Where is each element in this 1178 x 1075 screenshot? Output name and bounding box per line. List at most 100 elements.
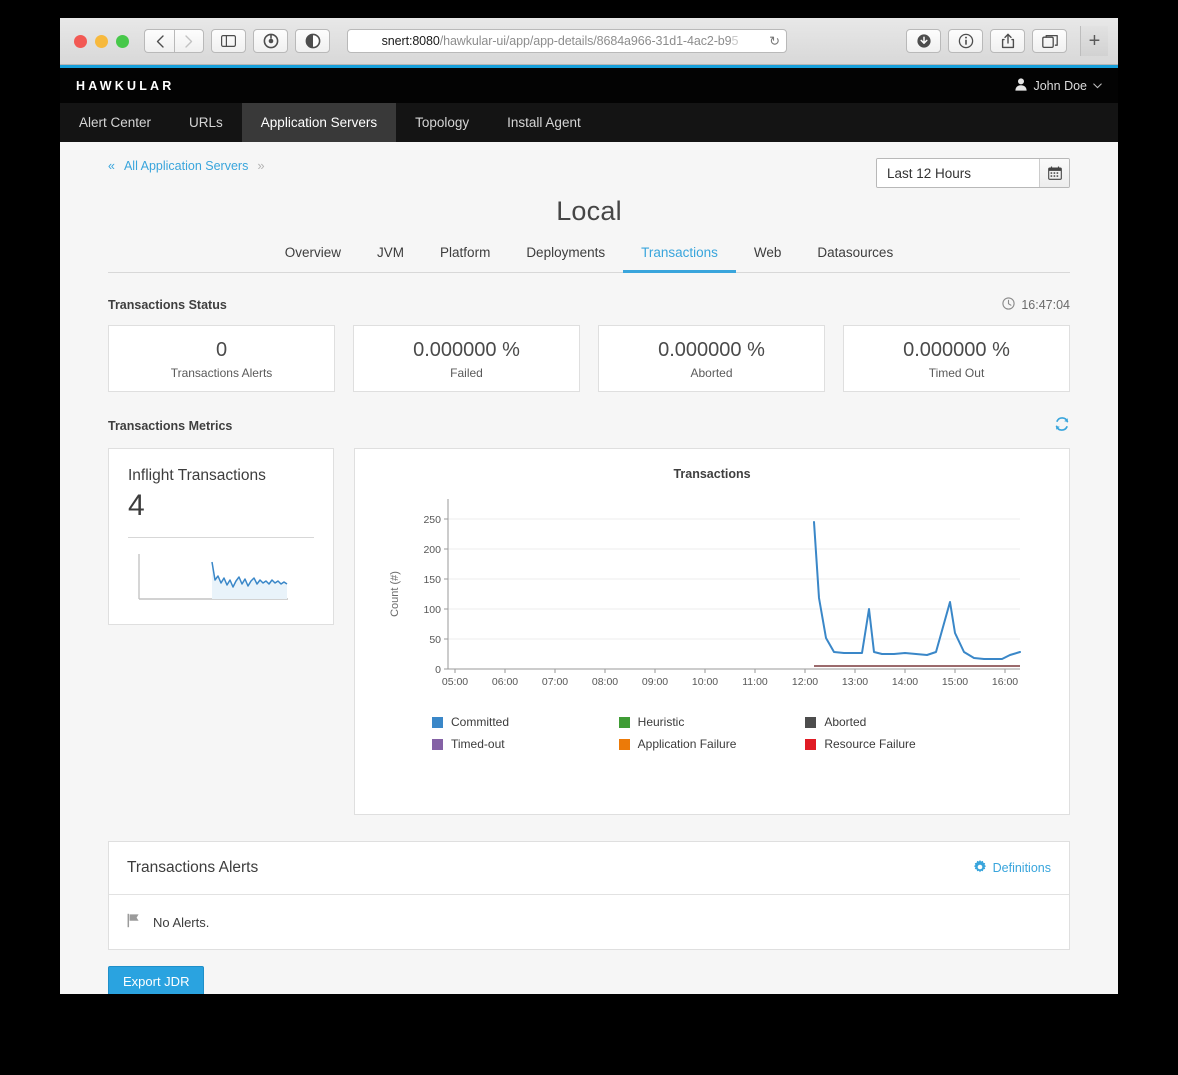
series-line-committed <box>813 521 1021 660</box>
x-tick-0500: 05:00 <box>442 676 468 688</box>
user-avatar-icon <box>1015 77 1028 94</box>
definitions-link[interactable]: Definitions <box>973 859 1051 877</box>
tab-deployments[interactable]: Deployments <box>508 245 623 273</box>
breadcrumb-expand-icon[interactable]: » <box>257 158 264 173</box>
legend-swatch <box>618 738 630 750</box>
export-jdr-button[interactable]: Export JDR <box>108 966 205 994</box>
reader-view-button[interactable] <box>253 29 288 53</box>
legend-label: Timed-out <box>451 737 505 751</box>
clock-icon <box>1002 297 1015 313</box>
x-tick-0700: 07:00 <box>542 676 568 688</box>
legend-label: Committed <box>451 715 510 729</box>
navigation-buttons <box>144 29 204 53</box>
nav-item-alert-center[interactable]: Alert Center <box>60 103 170 142</box>
minimize-window-button[interactable] <box>95 34 108 48</box>
tab-jvm[interactable]: JVM <box>359 245 422 273</box>
x-tick-0800: 08:00 <box>592 676 618 688</box>
reload-icon[interactable]: ↻ <box>769 35 780 48</box>
window-controls <box>74 34 129 48</box>
legend-item-application-failure[interactable]: Application Failure <box>618 737 806 751</box>
calendar-icon[interactable] <box>1039 159 1069 187</box>
info-icon[interactable] <box>948 29 983 53</box>
transactions-status-title: Transactions Status <box>108 298 227 312</box>
transactions-metrics-header: Transactions Metrics <box>108 416 1070 436</box>
close-window-button[interactable] <box>74 34 87 48</box>
url-text: snert:8080/hawkular-ui/app/app-details/8… <box>382 34 739 48</box>
nav-item-urls[interactable]: URLs <box>170 103 242 142</box>
x-tick-1200: 12:00 <box>792 676 818 688</box>
tab-web[interactable]: Web <box>736 245 800 273</box>
nav-item-application-servers[interactable]: Application Servers <box>241 103 397 142</box>
status-timestamp-value: 16:47:04 <box>1021 298 1070 312</box>
metrics-row: Inflight Transactions 4 Transactions Cou… <box>108 448 1070 815</box>
transactions-metrics-title: Transactions Metrics <box>108 419 233 433</box>
inflight-sparkline <box>128 550 314 611</box>
y-tick-0: 0 <box>435 664 441 676</box>
alerts-panel-header: Transactions Alerts Definitions <box>109 842 1069 895</box>
x-tick-1100: 11:00 <box>742 676 768 688</box>
hawkular-app: HAWKULAR John Doe Alert Center URLs Appl… <box>60 68 1118 994</box>
status-card-timed-out: 0.000000 % Timed Out <box>843 325 1070 392</box>
legend-swatch <box>432 738 443 750</box>
browser-window: snert:8080/hawkular-ui/app/app-details/8… <box>60 18 1118 994</box>
status-card-label: Transactions Alerts <box>170 366 273 380</box>
gear-icon <box>973 859 987 877</box>
nav-item-install-agent[interactable]: Install Agent <box>488 103 600 142</box>
sidebar-toggle-button[interactable] <box>211 29 246 53</box>
legend-swatch <box>805 738 817 750</box>
legend-label: Resource Failure <box>824 737 916 751</box>
legend-item-timed-out[interactable]: Timed-out <box>432 737 619 751</box>
chart-legend: Committed Heuristic Aborted Timed-out Ap… <box>432 715 992 751</box>
alerts-panel-title: Transactions Alerts <box>127 859 259 876</box>
breadcrumb[interactable]: « All Application Servers » <box>108 158 265 173</box>
legend-label: Application Failure <box>637 737 737 751</box>
share-icon[interactable] <box>990 29 1025 53</box>
page-content: « All Application Servers » Local <box>60 142 1118 994</box>
app-header: HAWKULAR John Doe <box>60 68 1118 103</box>
legend-swatch <box>805 716 817 728</box>
maximize-window-button[interactable] <box>116 34 129 48</box>
desktop-background: snert:8080/hawkular-ui/app/app-details/8… <box>0 0 1178 1075</box>
user-name-label: John Doe <box>1033 78 1087 93</box>
primary-navigation: Alert Center URLs Application Servers To… <box>60 103 1118 142</box>
legend-swatch <box>432 716 443 728</box>
legend-item-committed[interactable]: Committed <box>432 715 619 729</box>
transactions-chart-card: Transactions Count (#) 250 200 150 100 5… <box>354 448 1070 815</box>
y-tick-150: 150 <box>423 574 441 586</box>
breadcrumb-link-all-application-servers[interactable]: All Application Servers <box>124 159 248 173</box>
user-menu[interactable]: John Doe <box>1015 77 1102 94</box>
nav-item-topology[interactable]: Topology <box>396 103 488 142</box>
forward-button[interactable] <box>174 29 204 53</box>
legend-label: Aborted <box>824 715 867 729</box>
x-tick-1300: 13:00 <box>842 676 868 688</box>
browser-toolbar: snert:8080/hawkular-ui/app/app-details/8… <box>60 18 1118 65</box>
legend-item-heuristic[interactable]: Heuristic <box>618 715 806 729</box>
tab-datasources[interactable]: Datasources <box>799 245 911 273</box>
legend-item-aborted[interactable]: Aborted <box>805 715 992 729</box>
back-button[interactable] <box>144 29 174 53</box>
legend-swatch <box>618 716 630 728</box>
x-tick-0600: 06:00 <box>492 676 518 688</box>
refresh-icon[interactable] <box>1054 416 1070 436</box>
tab-overview[interactable]: Overview <box>267 245 359 273</box>
tab-platform[interactable]: Platform <box>422 245 508 273</box>
inflight-transactions-title: Inflight Transactions <box>128 467 266 484</box>
privacy-shield-icon[interactable] <box>295 29 330 53</box>
address-bar[interactable]: snert:8080/hawkular-ui/app/app-details/8… <box>347 29 787 53</box>
time-range-selector[interactable] <box>876 158 1070 188</box>
card-divider <box>128 537 314 538</box>
tab-transactions[interactable]: Transactions <box>623 245 736 273</box>
status-cards: 0 Transactions Alerts 0.000000 % Failed … <box>108 325 1070 392</box>
legend-item-resource-failure[interactable]: Resource Failure <box>805 737 992 751</box>
show-tabs-icon[interactable] <box>1032 29 1067 53</box>
status-card-label: Aborted <box>690 366 733 380</box>
status-card-failed: 0.000000 % Failed <box>353 325 580 392</box>
status-card-label: Timed Out <box>928 366 985 380</box>
downloads-icon[interactable] <box>906 29 941 53</box>
y-tick-50: 50 <box>429 634 441 646</box>
time-range-input[interactable] <box>877 159 1039 187</box>
definitions-label: Definitions <box>992 861 1051 875</box>
new-tab-button[interactable]: + <box>1080 26 1108 56</box>
x-tick-1400: 14:00 <box>892 676 918 688</box>
chevron-down-icon <box>1093 81 1102 91</box>
